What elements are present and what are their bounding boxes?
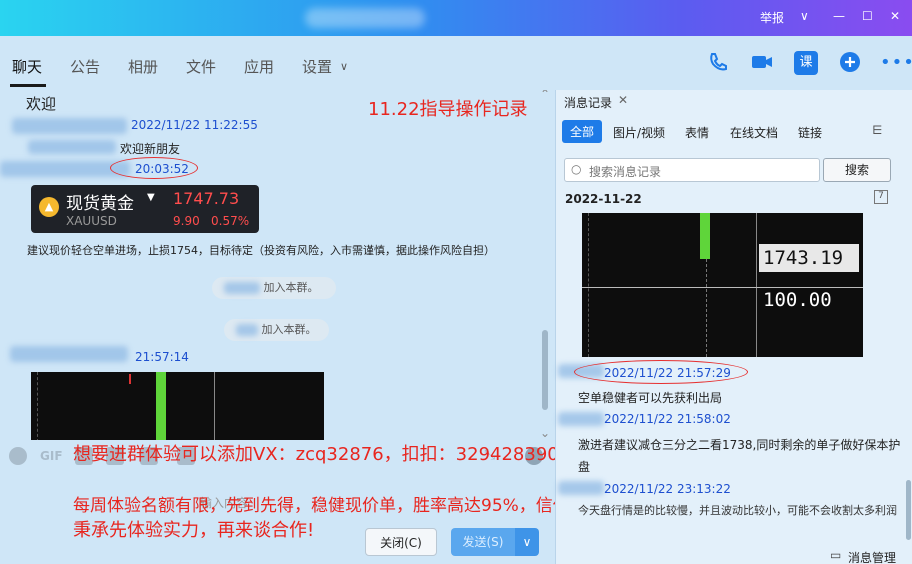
candle-bar [156, 372, 166, 440]
history-date: 2022-11-22 [565, 192, 642, 206]
add-icon[interactable] [838, 51, 862, 75]
calendar-icon[interactable]: 7 [874, 190, 888, 204]
history-tab-all[interactable]: 全部 [562, 120, 603, 143]
sender-name-blurred [10, 346, 128, 362]
nav-bar: 聊天 公告 相册 文件 应用 设置 ∨ 课 ••• [0, 36, 912, 90]
system-join-message: 加入本群。 [212, 277, 336, 299]
close-button[interactable]: ✕ [890, 9, 900, 23]
tab-files[interactable]: 文件 [186, 56, 216, 77]
chat-area: 欢迎 11.22指导操作记录 ⌃ 2022/11/22 11:22:55 欢迎新… [0, 90, 553, 440]
minimize-button[interactable]: — [833, 9, 845, 23]
send-options-button[interactable]: ∨ [515, 528, 539, 556]
record-heading: 11.22指导操作记录 [368, 99, 528, 120]
history-entry-time: 2022/11/22 21:58:02 [604, 412, 731, 426]
class-icon[interactable]: 课 [794, 51, 818, 75]
qty-label: 100.00 [763, 289, 832, 311]
overlay-promo-text-2: 秉承先体验实力，再来谈合作! [73, 520, 315, 541]
tab-album[interactable]: 相册 [128, 56, 158, 77]
tab-settings[interactable]: 设置 [302, 56, 332, 77]
search-icon: ○ [571, 162, 582, 176]
system-join-message: 加入本群。 [224, 319, 329, 341]
history-tab-stickers[interactable]: 表情 [685, 124, 709, 141]
gif-icon[interactable]: GIF [40, 449, 63, 463]
gold-quote-card[interactable]: ▲ 现货黄金 ▼ 1747.73 XAUUSD 9.90 0.57% [31, 185, 259, 233]
history-scrollbar[interactable] [906, 480, 911, 540]
emoji-icon[interactable] [9, 447, 27, 465]
scrollbar[interactable] [542, 330, 548, 410]
gold-change: 9.90 [173, 214, 200, 228]
message-text: 欢迎新朋友 [120, 142, 181, 156]
gold-coin-icon: ▲ [39, 197, 59, 217]
maximize-button[interactable]: ☐ [862, 9, 873, 23]
phone-icon[interactable] [706, 51, 730, 75]
chevron-down-icon[interactable]: ⌄ [540, 426, 550, 440]
history-search-button[interactable]: 搜索 [823, 158, 891, 182]
price-label: 1743.19 [759, 244, 859, 272]
group-name-blurred [305, 8, 425, 28]
gold-code: XAUUSD [66, 214, 117, 228]
message-manage-link[interactable]: 消息管理 [848, 549, 896, 564]
chevron-down-icon[interactable]: ∨ [340, 60, 348, 73]
sender-name-blurred [12, 118, 127, 134]
history-search-input[interactable]: ○ 搜索消息记录 [564, 158, 820, 182]
dropdown-icon[interactable]: ▼ [147, 192, 155, 203]
tab-chat[interactable]: 聊天 [12, 56, 42, 77]
tab-apps[interactable]: 应用 [244, 56, 274, 77]
history-entry-text: 激进者建议减仓三分之二看1738,同时剩余的单子做好保本护盘 [578, 438, 901, 474]
gold-percent: 0.57% [211, 214, 250, 228]
highlight-oval [574, 360, 748, 384]
send-button[interactable]: 发送(S) [451, 528, 515, 556]
history-chart-image[interactable]: 1743.19 100.00 [582, 213, 863, 357]
history-title: 消息记录 [564, 96, 613, 110]
active-tab-underline [10, 84, 46, 87]
message-time: 2022/11/22 11:22:55 [131, 118, 258, 132]
join-text: 加入本群。 [263, 281, 319, 294]
history-entry-text: 今天盘行情是的比较慢，并且波动比较小，可能不会收割太多利润 [578, 504, 897, 517]
video-call-icon[interactable] [750, 51, 774, 75]
advice-text: 建议现价轻仓空单进场，止损1754，目标待定（投资有风险，入市需谨慎，据此操作风… [27, 244, 495, 257]
dropdown-icon[interactable]: ∨ [800, 9, 809, 23]
more-icon[interactable]: ••• [880, 51, 912, 75]
history-entry-text: 空单稳健者可以先获利出局 [578, 391, 723, 405]
welcome-text: 欢迎 [26, 95, 57, 113]
message-manage-icon[interactable]: ▭ [830, 548, 841, 562]
candle-bar [700, 213, 710, 259]
gold-name: 现货黄金 [66, 194, 134, 214]
history-tab-media[interactable]: 图片/视频 [613, 124, 665, 141]
report-button[interactable]: 举报 [760, 9, 784, 26]
close-chat-button[interactable]: 关闭(C) [365, 528, 437, 556]
message-time: 21:57:14 [135, 350, 189, 364]
collapse-icon[interactable]: ⌃ [540, 90, 550, 101]
overlay-contact-text: 想要进群体验可以添加VX：zcq32876，扣扣：3294283901 [73, 444, 571, 465]
filter-icon[interactable]: ⋿ [872, 123, 882, 137]
history-tab-docs[interactable]: 在线文档 [730, 124, 778, 141]
message-history-panel: 消息记录 ✕ 全部 图片/视频 表情 在线文档 链接 ⋿ ○ 搜索消息记录 搜索… [555, 90, 912, 564]
highlight-oval [110, 157, 198, 179]
sender-name-blurred [558, 481, 604, 495]
join-text: 加入本群。 [261, 323, 317, 336]
chart-image[interactable] [31, 372, 324, 440]
history-entry-time: 2022/11/22 23:13:22 [604, 482, 731, 496]
history-tab-links[interactable]: 链接 [798, 124, 822, 141]
gold-price: 1747.73 [173, 189, 240, 208]
sender-name-blurred [28, 140, 116, 154]
sender-name-blurred [558, 412, 604, 426]
close-icon[interactable]: ✕ [618, 93, 628, 107]
title-bar: 举报 ∨ — ☐ ✕ [0, 0, 912, 36]
tab-announcement[interactable]: 公告 [70, 56, 100, 77]
search-placeholder: 搜索消息记录 [589, 165, 662, 179]
